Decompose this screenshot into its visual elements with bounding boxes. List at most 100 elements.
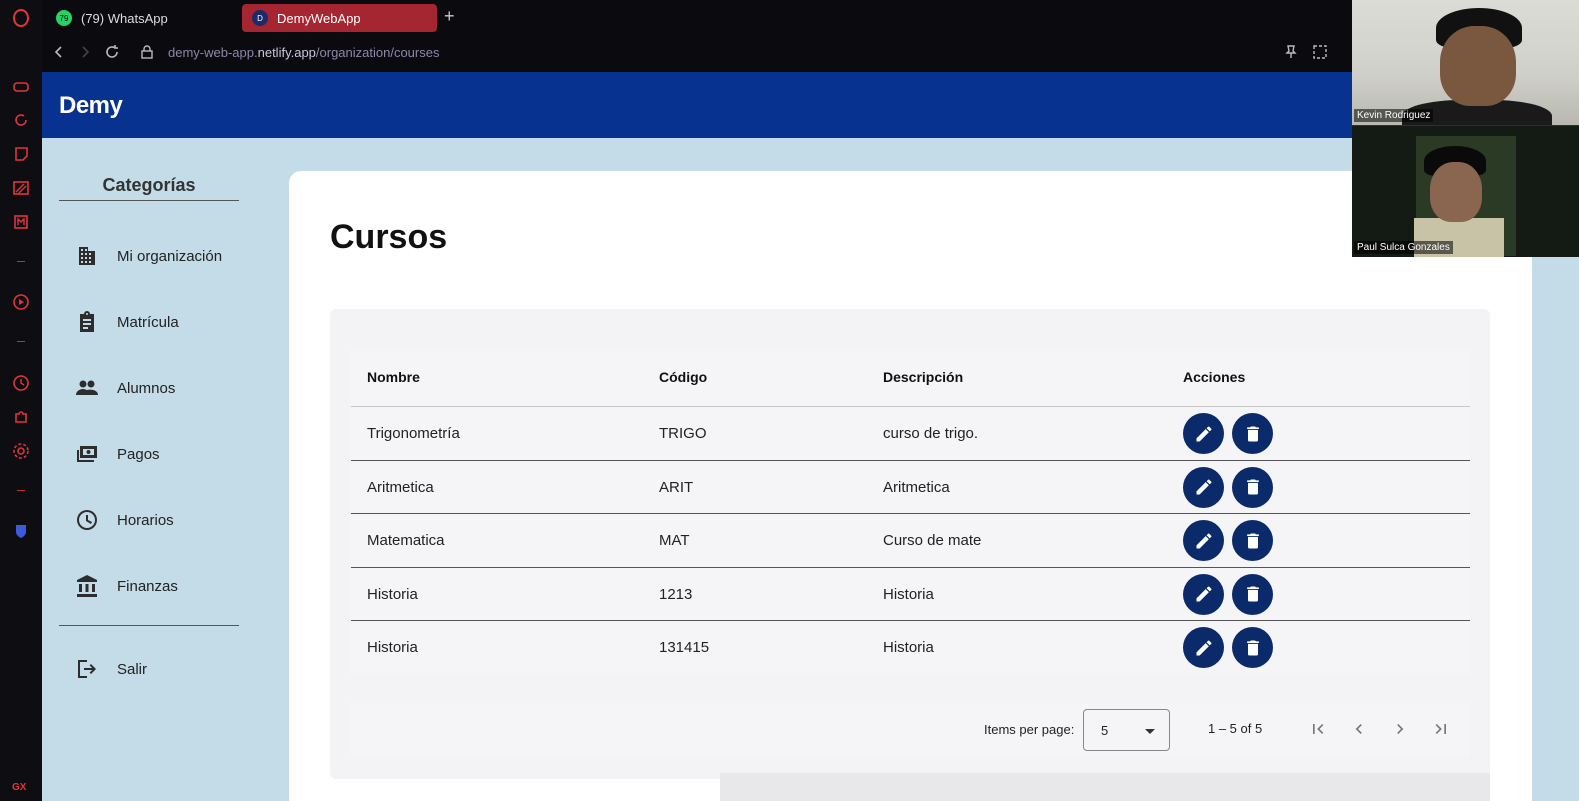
trash-icon bbox=[1246, 533, 1259, 548]
column-header-codigo[interactable]: Código bbox=[659, 369, 707, 385]
participant-name: Paul Sulca Gonzales bbox=[1354, 241, 1453, 254]
cell-descripcion: Aritmetica bbox=[883, 478, 950, 496]
sidebar-item-finanzas[interactable]: Finanzas bbox=[75, 571, 275, 601]
paginator: Items per page: 5 1 – 5 of 5 bbox=[351, 701, 1470, 757]
horizontal-scrollbar[interactable] bbox=[720, 773, 1490, 801]
stripes-icon[interactable] bbox=[12, 179, 30, 197]
last-page-button[interactable] bbox=[1429, 717, 1453, 741]
url-path: /organization/courses bbox=[315, 45, 440, 60]
edit-button[interactable] bbox=[1183, 520, 1224, 561]
cell-nombre: Trigonometría bbox=[367, 425, 460, 442]
back-icon[interactable] bbox=[52, 44, 66, 65]
tab-demywebapp[interactable]: D DemyWebApp bbox=[242, 4, 437, 32]
column-header-descripcion[interactable]: Descripción bbox=[883, 369, 963, 385]
sidebar-item-label: Horarios bbox=[117, 511, 174, 529]
previous-page-button[interactable] bbox=[1347, 717, 1371, 741]
lock-icon bbox=[140, 44, 154, 65]
edit-button[interactable] bbox=[1183, 466, 1224, 508]
demy-favicon-icon: D bbox=[252, 10, 268, 26]
pencil-icon bbox=[1196, 586, 1211, 602]
logout-icon bbox=[78, 660, 96, 678]
participant-video bbox=[1440, 26, 1516, 106]
table-row: Aritmetica ARIT Aritmetica bbox=[351, 461, 1470, 514]
items-per-page-label: Items per page: bbox=[984, 722, 1075, 737]
bitwarden-icon[interactable] bbox=[12, 522, 30, 540]
sidebar-item-mi-organizacion[interactable]: Mi organización bbox=[75, 241, 275, 271]
rail-divider bbox=[17, 261, 25, 262]
delete-button[interactable] bbox=[1232, 466, 1273, 508]
sidebar-divider bbox=[59, 625, 239, 626]
page-size-value: 5 bbox=[1101, 723, 1109, 738]
twitch-icon[interactable] bbox=[12, 145, 30, 163]
video-tile[interactable]: Kevin Rodriguez bbox=[1352, 0, 1579, 125]
settings-icon[interactable] bbox=[12, 442, 30, 460]
edit-button[interactable] bbox=[1183, 627, 1224, 668]
chevron-right-icon bbox=[1397, 724, 1404, 734]
history-icon[interactable] bbox=[12, 374, 30, 392]
sidebar-item-label: Mi organización bbox=[117, 247, 223, 265]
refresh-limiter-icon[interactable] bbox=[12, 111, 30, 129]
delete-button[interactable] bbox=[1232, 520, 1273, 561]
cell-codigo: MAT bbox=[659, 532, 690, 549]
whatsapp-icon: 79 bbox=[56, 10, 72, 26]
dropdown-arrow-icon bbox=[1145, 729, 1155, 734]
player-icon[interactable] bbox=[12, 293, 30, 311]
new-tab-button[interactable]: + bbox=[444, 6, 455, 27]
table-row: Trigonometría TRIGO curso de trigo. bbox=[351, 407, 1470, 461]
messenger-icon[interactable] bbox=[12, 213, 30, 231]
snapshot-icon[interactable] bbox=[1312, 44, 1328, 63]
forward-icon[interactable] bbox=[78, 44, 92, 65]
delete-button[interactable] bbox=[1232, 413, 1273, 454]
sidebar-item-horarios[interactable]: Horarios bbox=[75, 505, 275, 535]
trash-icon bbox=[1246, 479, 1259, 495]
first-page-button[interactable] bbox=[1306, 717, 1330, 741]
tab-whatsapp[interactable]: 79 (79) WhatsApp bbox=[48, 4, 238, 32]
table-row: Matematica MAT Curso de mate bbox=[351, 514, 1470, 568]
pencil-icon bbox=[1196, 639, 1211, 655]
cell-nombre: Matematica bbox=[367, 532, 445, 549]
cell-descripcion: Historia bbox=[883, 639, 934, 656]
url-field[interactable]: demy-web-app.netlify.app/organization/co… bbox=[168, 45, 439, 60]
column-header-acciones: Acciones bbox=[1183, 369, 1246, 385]
sidebar-item-salir[interactable]: Salir bbox=[75, 654, 275, 684]
sidebar-item-label: Matrícula bbox=[117, 313, 179, 331]
sidebar-item-alumnos[interactable]: Alumnos bbox=[75, 373, 275, 403]
sidebar-item-pagos[interactable]: Pagos bbox=[75, 439, 275, 469]
url-prefix: demy-web-app. bbox=[168, 45, 258, 60]
cell-descripcion: Historia bbox=[883, 585, 934, 603]
last-page-icon bbox=[1435, 724, 1446, 734]
gx-label: GX bbox=[12, 782, 27, 793]
participant-video bbox=[1430, 162, 1482, 222]
edit-button[interactable] bbox=[1183, 573, 1224, 615]
pencil-icon bbox=[1196, 479, 1211, 495]
page-size-select[interactable]: 5 bbox=[1083, 709, 1170, 751]
cell-codigo: 131415 bbox=[659, 639, 710, 656]
video-tile[interactable]: Paul Sulca Gonzales bbox=[1352, 126, 1579, 257]
sidebar-item-matricula[interactable]: Matrícula bbox=[75, 307, 275, 337]
reload-icon[interactable] bbox=[104, 44, 120, 65]
sidebar-item-label: Finanzas bbox=[117, 577, 178, 595]
url-host: netlify.app bbox=[257, 45, 316, 60]
next-page-button[interactable] bbox=[1388, 717, 1412, 741]
courses-table-container: Nombre Código Descripción Acciones Trigo… bbox=[330, 309, 1490, 779]
controller-icon[interactable] bbox=[12, 78, 30, 96]
cell-nombre: Historia bbox=[367, 585, 418, 603]
delete-button[interactable] bbox=[1232, 627, 1273, 668]
payments-icon bbox=[77, 446, 97, 462]
delete-button[interactable] bbox=[1232, 573, 1273, 615]
rail-divider bbox=[17, 341, 25, 342]
cell-nombre: Historia bbox=[367, 639, 418, 656]
pencil-icon bbox=[1196, 532, 1211, 548]
trash-icon bbox=[1246, 640, 1259, 655]
main-card: Cursos Nombre Código Descripción Accione… bbox=[289, 171, 1532, 801]
cell-nombre: Aritmetica bbox=[367, 478, 434, 496]
edit-button[interactable] bbox=[1183, 413, 1224, 454]
rail-divider bbox=[17, 490, 25, 491]
pin-icon[interactable] bbox=[1284, 44, 1298, 63]
opera-logo-icon[interactable] bbox=[12, 9, 30, 27]
bank-icon bbox=[77, 575, 97, 597]
brand-logo[interactable]: Demy bbox=[59, 92, 123, 120]
column-header-nombre[interactable]: Nombre bbox=[367, 369, 420, 385]
extensions-icon[interactable] bbox=[12, 408, 30, 426]
table-row: Historia 131415 Historia bbox=[351, 621, 1470, 675]
